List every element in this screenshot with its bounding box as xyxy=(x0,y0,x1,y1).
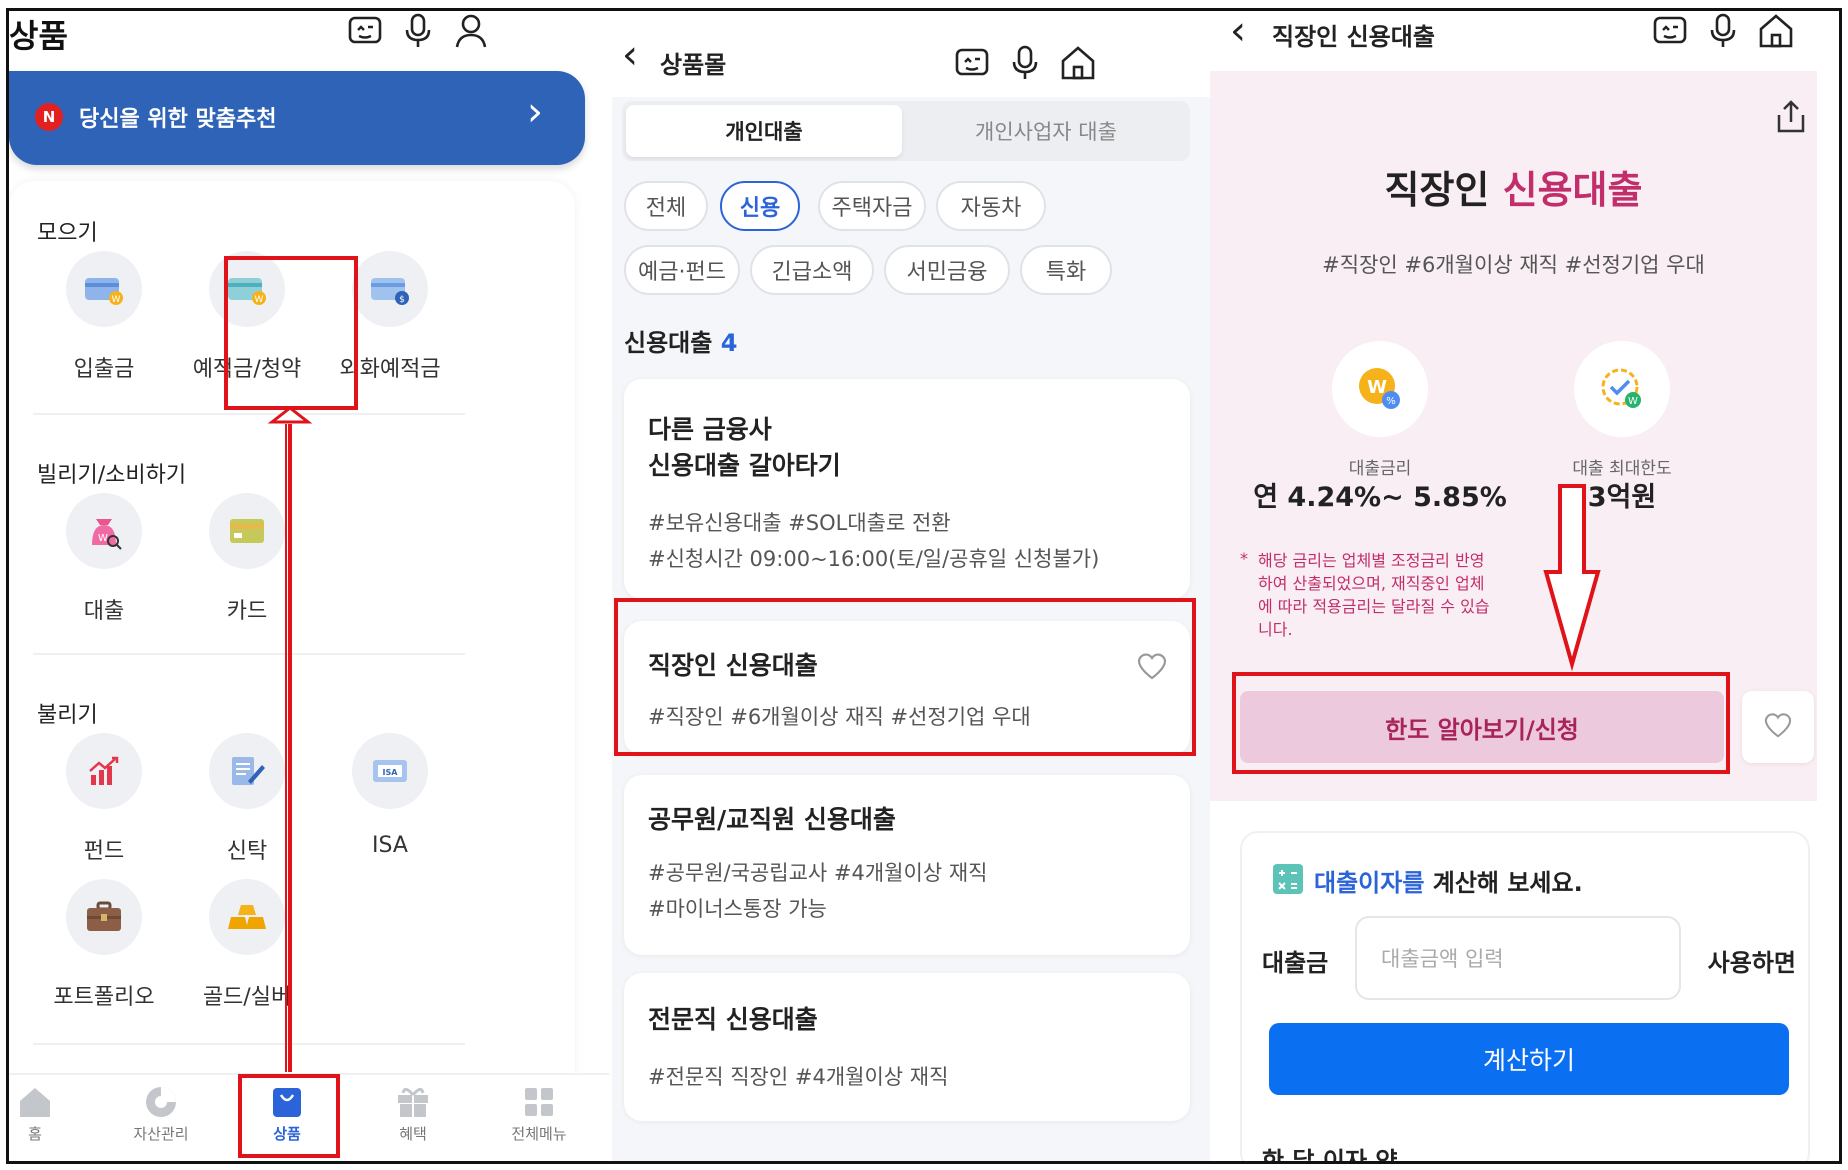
down-arrow xyxy=(1543,484,1601,672)
annotation-arrows xyxy=(267,406,1601,1072)
up-arrow xyxy=(267,406,313,1072)
